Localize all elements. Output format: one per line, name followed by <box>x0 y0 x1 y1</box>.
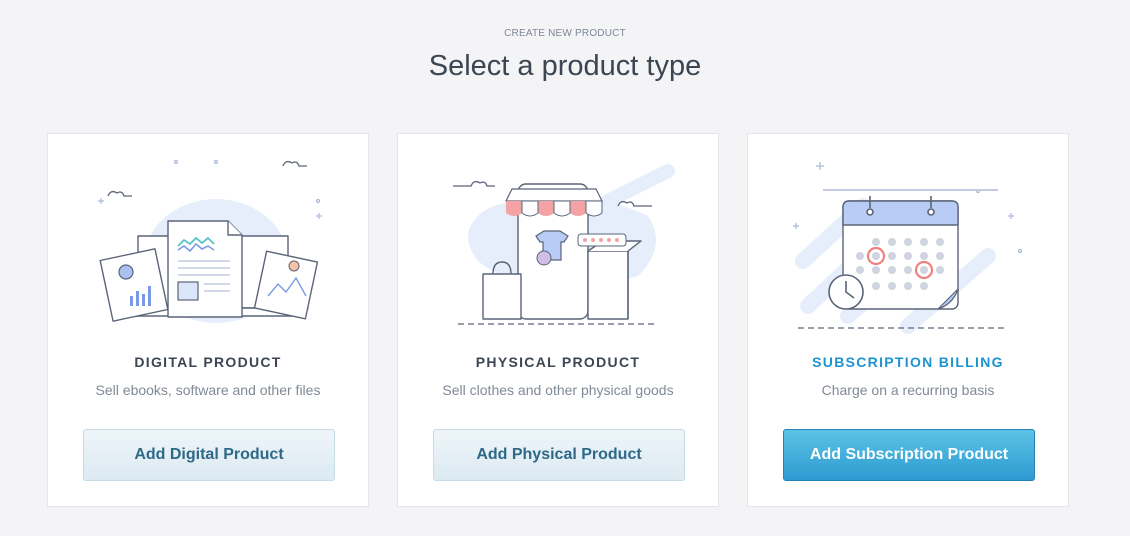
add-physical-product-button[interactable]: Add Physical Product <box>433 429 685 481</box>
storefront-phone-illustration <box>453 164 675 325</box>
page-eyebrow: CREATE NEW PRODUCT <box>504 28 626 39</box>
subscription-billing-card: SUBSCRIPTION BILLING Charge on a recurri… <box>747 133 1069 507</box>
calendar-clock-illustration <box>793 162 1023 334</box>
add-subscription-product-button[interactable]: Add Subscription Product <box>783 429 1035 481</box>
card-title: PHYSICAL PRODUCT <box>475 354 641 370</box>
digital-files-illustration <box>98 159 322 323</box>
card-description: Sell ebooks, software and other files <box>95 382 321 398</box>
page-title: Select a product type <box>428 50 702 82</box>
digital-product-card: DIGITAL PRODUCT Sell ebooks, software an… <box>47 133 369 507</box>
card-title: DIGITAL PRODUCT <box>134 354 282 370</box>
add-digital-product-button[interactable]: Add Digital Product <box>83 429 335 481</box>
card-description: Sell clothes and other physical goods <box>442 382 674 398</box>
physical-product-card: PHYSICAL PRODUCT Sell clothes and other … <box>397 133 719 507</box>
card-description: Charge on a recurring basis <box>821 382 995 398</box>
card-title: SUBSCRIPTION BILLING <box>812 354 1004 370</box>
